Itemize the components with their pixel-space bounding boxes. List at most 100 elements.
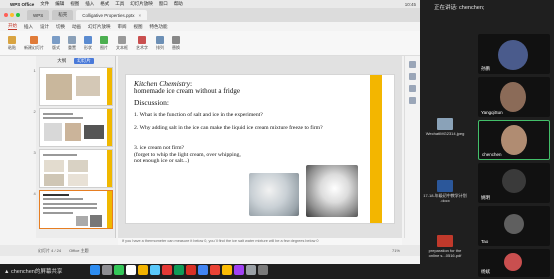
ribbon-tab-view[interactable]: 视图: [134, 24, 143, 30]
menu-tools[interactable]: 工具: [115, 1, 124, 7]
thumbnail-image: [45, 74, 72, 100]
discussion-heading[interactable]: Discussion:: [134, 98, 169, 107]
chrome-icon[interactable]: [210, 265, 220, 275]
menu-file[interactable]: 文件: [40, 1, 49, 7]
wordart-icon: [138, 35, 146, 44]
animation-icon[interactable]: [409, 73, 416, 80]
textbox-button[interactable]: 文本框: [116, 35, 128, 51]
wordart-button[interactable]: 艺术字: [136, 35, 148, 51]
question-3[interactable]: 3. ice cream not firm? (forget to whip t…: [134, 145, 249, 165]
desktop-file[interactable]: WechatIMG2314.jpeg: [423, 118, 467, 136]
slide-thumbnail-1[interactable]: 1: [34, 67, 113, 106]
layout-button[interactable]: 版式: [52, 35, 60, 51]
slide-counter: 幻灯片 4 / 24: [38, 247, 62, 253]
picture-button[interactable]: 图片: [100, 35, 108, 51]
properties-icon[interactable]: [409, 61, 416, 68]
status-bar: 幻灯片 4 / 24 Office 主题 71%: [0, 245, 420, 256]
notes-icon[interactable]: [138, 265, 148, 275]
tab-outline[interactable]: 大纲: [57, 58, 66, 64]
thumbnail-text-line: [42, 212, 73, 214]
thumbnail-text-line: [42, 117, 83, 119]
thumbnail-text-line: [42, 198, 83, 200]
ribbon-tab-features[interactable]: 特色功能: [150, 24, 168, 30]
participant-video: [501, 125, 527, 155]
app-icon[interactable]: [222, 265, 232, 275]
safari-icon[interactable]: [150, 265, 160, 275]
shapes-button[interactable]: 形状: [84, 35, 92, 51]
slide-thumbnail-4-selected[interactable]: 4: [34, 190, 113, 229]
settings-icon[interactable]: [246, 265, 256, 275]
reset-button[interactable]: 重置: [68, 35, 76, 51]
ribbon-tab-insert[interactable]: 插入: [24, 24, 33, 30]
tab-slides[interactable]: 幻灯片: [74, 57, 94, 64]
tab-wps-home[interactable]: WPS: [27, 10, 50, 20]
new-slide-button[interactable]: 新建幻灯片: [24, 35, 44, 51]
menu-format[interactable]: 格式: [100, 1, 109, 7]
video-tile[interactable]: YangqiSun: [478, 77, 550, 117]
toolbar-label: 粘贴: [8, 44, 16, 50]
tab-label: Colligative Properties.pptx: [82, 12, 135, 18]
tab-colligative-properties[interactable]: Colligative Properties.pptx ×: [76, 10, 148, 20]
close-window-icon[interactable]: [4, 13, 8, 17]
close-tab-icon[interactable]: ×: [139, 13, 142, 18]
launchpad-icon[interactable]: [102, 265, 112, 275]
menu-view[interactable]: 视图: [70, 1, 79, 7]
desktop-file[interactable]: preparation for the online s...0516.pdf: [423, 235, 467, 258]
design-icon[interactable]: [409, 85, 416, 92]
thumbnail-image: [43, 123, 62, 141]
image-file-icon: [437, 118, 453, 130]
paste-button[interactable]: 粘贴: [8, 35, 16, 51]
calendar-icon[interactable]: [126, 265, 136, 275]
tab-docer[interactable]: 稻壳: [52, 10, 74, 20]
slide-subtitle[interactable]: homemade ice cream without a fridge: [134, 87, 240, 95]
menu-slideshow[interactable]: 幻灯片放映: [130, 1, 153, 7]
active-speaker-label: 正在讲话: chenchen;: [434, 5, 485, 11]
ribbon-tab-review[interactable]: 审阅: [118, 24, 127, 30]
zoom-app-icon[interactable]: [198, 265, 208, 275]
video-tile[interactable]: 杨斌: [478, 249, 550, 277]
menu-insert[interactable]: 插入: [85, 1, 94, 7]
salt-pile-photo[interactable]: [306, 165, 358, 217]
participant-name: chenchen: [482, 152, 502, 157]
app-icon[interactable]: [186, 265, 196, 275]
menu-edit[interactable]: 编辑: [55, 1, 64, 7]
video-tile-active-speaker[interactable]: chenchen: [478, 120, 550, 160]
ice-cubes-photo[interactable]: [249, 173, 299, 216]
thumbnail-image: [75, 216, 88, 226]
finder-icon[interactable]: [90, 265, 100, 275]
thumbnail-text-line: [42, 203, 97, 205]
slide-thumbnail-3[interactable]: 3: [34, 149, 113, 188]
app-icon[interactable]: [234, 265, 244, 275]
slide-thumbnail-2[interactable]: 2: [34, 108, 113, 147]
question-2[interactable]: 2. Why adding salt in the ice can make t…: [134, 125, 354, 132]
ribbon-tab-animation[interactable]: 动画: [72, 24, 81, 30]
thumbnail-accent-bar: [106, 150, 112, 187]
ribbon-tab-design[interactable]: 设计: [40, 24, 49, 30]
slide-4[interactable]: Kitchen Chemistry: homemade ice cream wi…: [125, 74, 395, 224]
minimize-window-icon[interactable]: [10, 13, 14, 17]
question-1[interactable]: 1. What is the function of salt and ice …: [134, 112, 364, 119]
zoom-window-icon[interactable]: [16, 13, 20, 17]
ribbon-tab-slideshow[interactable]: 幻灯片放映: [88, 24, 111, 30]
desktop-file[interactable]: 17-18-年级初中教学计划 .docx: [423, 180, 467, 203]
menu-window[interactable]: 窗口: [159, 1, 168, 7]
arrange-button[interactable]: 排列: [156, 35, 164, 51]
zoom-level[interactable]: 71%: [392, 248, 420, 253]
ribbon-tab-home[interactable]: 开始: [8, 23, 17, 30]
video-tile[interactable]: 姚明: [478, 163, 550, 203]
replace-button[interactable]: 替换: [172, 35, 180, 51]
menu-help[interactable]: 帮助: [174, 1, 183, 7]
facetime-icon[interactable]: [114, 265, 124, 275]
new-slide-icon: [30, 35, 38, 44]
ribbon-tab-transitions[interactable]: 切换: [56, 24, 65, 30]
transition-icon[interactable]: [409, 97, 416, 104]
slide-editing-canvas[interactable]: Kitchen Chemistry: homemade ice cream wi…: [118, 56, 402, 238]
speaker-notes[interactable]: If you have a thermometer can measure it…: [118, 238, 402, 245]
video-tile[interactable]: Tao: [478, 206, 550, 246]
wechat-icon[interactable]: [174, 265, 184, 275]
menubar-app-name[interactable]: WPS Office: [10, 2, 34, 7]
wps-icon[interactable]: [162, 265, 172, 275]
video-tile[interactable]: 孙鹏: [478, 34, 550, 74]
trash-icon[interactable]: [258, 265, 268, 275]
thumbnail-image: [67, 174, 88, 186]
